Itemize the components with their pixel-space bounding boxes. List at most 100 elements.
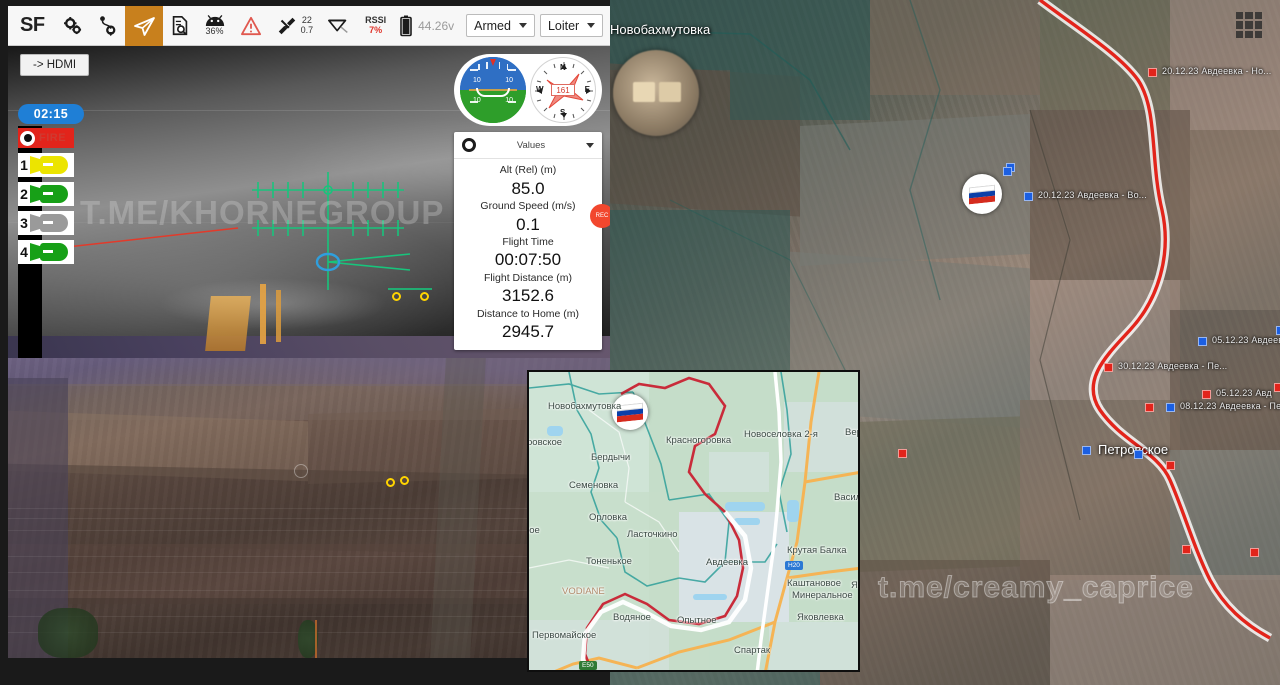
values-panel-header[interactable]: Values <box>454 132 602 159</box>
value-label: Alt (Rel) (m) <box>499 164 557 176</box>
munition-slot-4[interactable]: 4 <box>18 240 74 264</box>
rssi-status[interactable]: RSSI 7% <box>358 6 393 46</box>
record-dot-icon <box>20 130 35 146</box>
target-ring <box>392 292 401 301</box>
inset-position-flag[interactable] <box>612 394 648 430</box>
mission-timer: 02:15 <box>18 104 84 124</box>
position-flag-marker[interactable] <box>962 174 1002 214</box>
value-row: Flight Distance (m) 3152.6 <box>454 272 602 307</box>
inset-map-label: Семеновка <box>569 480 619 491</box>
fire-button[interactable]: FIRE <box>18 128 74 148</box>
map-pin[interactable] <box>1274 383 1280 392</box>
adi-tick-label: 10 <box>473 77 481 84</box>
map-annotation-label: 08.12.23 Авдеевка - Пе... <box>1180 401 1280 411</box>
inset-map-label: Красногоровка <box>666 435 732 446</box>
munition-slot-number: 3 <box>20 215 28 231</box>
warning-icon[interactable] <box>233 6 269 46</box>
inset-map-lines <box>529 372 858 670</box>
value-label: Flight Time <box>502 235 554 248</box>
battery-icon <box>400 15 412 36</box>
waypoint-icon[interactable] <box>91 6 125 46</box>
inset-map-label: Орловка <box>589 512 627 523</box>
value-label: Distance to Home (m) <box>476 307 580 320</box>
satellite-map-watermark: t.me/creamy_caprice <box>878 571 1194 605</box>
bomb-icon <box>30 213 70 233</box>
android-battery-label: 36% <box>205 26 224 37</box>
inset-road-map[interactable]: Новобахмутовка ровское Бердычи Красногор… <box>527 370 860 672</box>
map-parcel <box>610 210 790 390</box>
record-badge[interactable]: REC <box>590 204 610 228</box>
telemetry-icon[interactable] <box>320 6 358 46</box>
map-pin[interactable] <box>1166 461 1175 470</box>
map-pin[interactable] <box>1166 403 1175 412</box>
fire-button-label: FIRE <box>39 132 67 144</box>
chevron-down-icon[interactable] <box>586 142 594 148</box>
munition-slot-2[interactable]: 2 <box>18 182 74 206</box>
inset-map-label: VODIANE <box>562 586 605 597</box>
flight-mode-dropdown[interactable]: Loiter <box>539 14 604 37</box>
video-feed[interactable]: T.ME/KHORNEGROUP -> HDMI 02:15 FIRE 1 2 … <box>8 46 610 358</box>
munition-slot-1[interactable]: 1 <box>18 153 74 177</box>
telemetry-icon-glyph <box>328 19 348 33</box>
map-pin[interactable] <box>1148 68 1157 77</box>
log-icon[interactable] <box>163 6 197 46</box>
inset-map-label: ровское <box>527 437 563 448</box>
battery-status[interactable]: 44.26v <box>393 6 461 46</box>
map-pin[interactable] <box>1003 167 1012 176</box>
thumbnail-circle <box>613 50 699 136</box>
aerial-view[interactable] <box>8 358 610 658</box>
inset-map-label: Яковлевка <box>797 612 844 623</box>
inset-map-label: Спартак <box>734 645 771 656</box>
rssi-value: 7% <box>369 24 383 35</box>
map-pin[interactable] <box>1202 390 1211 399</box>
map-pin[interactable] <box>1182 545 1191 554</box>
value-row: Flight Time 00:07:50 <box>454 236 602 271</box>
compass-indicator: N S E W 161 <box>530 57 596 123</box>
armed-state-label: Armed <box>474 18 511 33</box>
munition-slot-3[interactable]: 3 <box>18 211 74 235</box>
map-pin[interactable] <box>1024 192 1033 201</box>
map-pin[interactable] <box>898 449 907 458</box>
compass-south-label: S <box>560 108 566 117</box>
inset-map-label: Опытное <box>677 615 717 626</box>
plane-icon[interactable] <box>124 6 163 46</box>
value-number: 00:07:50 <box>494 250 562 270</box>
hdmi-button[interactable]: -> HDMI <box>20 54 90 76</box>
grid-icon[interactable] <box>1236 12 1262 38</box>
value-number: 85.0 <box>511 178 545 198</box>
inset-map-label: Бердычи <box>591 452 631 463</box>
map-parcel <box>1040 0 1170 110</box>
map-pin[interactable] <box>1198 337 1207 346</box>
gears-icon[interactable] <box>55 6 91 46</box>
map-pin[interactable] <box>1104 363 1113 372</box>
value-label: Ground Speed (m/s) <box>480 199 576 212</box>
map-parcel <box>730 0 870 120</box>
inset-map-label: Водяное <box>613 612 651 623</box>
map-pin[interactable] <box>1134 450 1143 459</box>
gears-icon-glyph <box>63 16 81 34</box>
munitions-sidebar: 02:15 FIRE 1 2 3 4 <box>18 104 84 358</box>
map-pin[interactable] <box>1082 446 1091 455</box>
gear-icon[interactable] <box>462 138 476 152</box>
map-town-label: Новобахмутовка <box>610 22 711 37</box>
map-pin[interactable] <box>1276 326 1280 335</box>
plane-icon-glyph <box>133 16 155 36</box>
armed-state-dropdown[interactable]: Armed <box>466 14 535 37</box>
map-pin[interactable] <box>1250 548 1259 557</box>
video-watermark: T.ME/KHORNEGROUP <box>80 194 445 231</box>
flight-instruments: 10 10 10 10 <box>454 54 602 126</box>
compass-north-label: N <box>560 63 566 72</box>
android-status[interactable]: 36% <box>197 6 233 46</box>
inset-map-label: Ласточкино <box>627 529 678 540</box>
log-icon-glyph <box>172 15 187 35</box>
inset-map-label: Тоненькое <box>586 556 632 567</box>
adi-tick-label: 10 <box>505 77 513 84</box>
ground-target-ring <box>386 478 395 487</box>
value-row: Alt (Rel) (m) 85.0 <box>454 164 602 199</box>
map-pin[interactable] <box>1145 403 1154 412</box>
gcs-toolbar: SF 36% 22 0.7 RSSI 7% 44.26v Armed Loite… <box>8 6 610 46</box>
value-number: 2945.7 <box>502 322 554 342</box>
inset-map-label: Первомайское <box>532 630 597 641</box>
satellite-status[interactable]: 22 0.7 <box>269 6 321 46</box>
chevron-down-icon <box>587 23 596 28</box>
